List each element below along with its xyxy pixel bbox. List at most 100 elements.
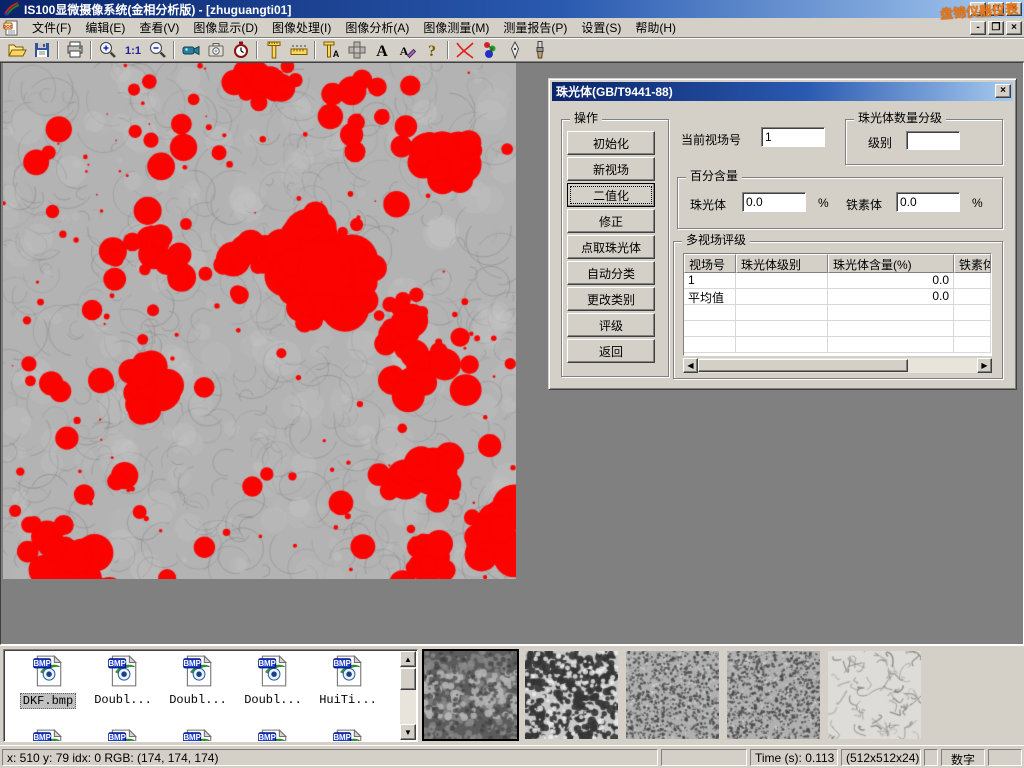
- pen-button[interactable]: [502, 39, 527, 61]
- file-item[interactable]: BMP Doubl...: [162, 654, 234, 707]
- return-button[interactable]: 返回: [567, 339, 655, 363]
- menu-help[interactable]: 帮助(H): [628, 17, 683, 38]
- pick-pearlite-button[interactable]: 点取珠光体: [567, 235, 655, 259]
- menu-image-analysis[interactable]: 图像分析(A): [338, 17, 416, 38]
- toolbar-separator: [256, 41, 258, 59]
- ruler-button[interactable]: [286, 39, 311, 61]
- thumbnail-image[interactable]: [727, 651, 820, 739]
- text-button[interactable]: A: [369, 39, 394, 61]
- zoom-out-icon: [148, 40, 168, 60]
- current-field-input[interactable]: 1: [761, 127, 825, 147]
- svg-text:BMP: BMP: [108, 733, 126, 742]
- new-field-button[interactable]: 新视场: [567, 157, 655, 181]
- thumbnail-image[interactable]: [828, 651, 921, 739]
- menu-image-display[interactable]: 图像显示(D): [186, 17, 265, 38]
- file-name[interactable]: Doubl...: [167, 693, 229, 707]
- file-item[interactable]: BMP: [312, 728, 384, 742]
- file-item[interactable]: BMP: [12, 728, 84, 742]
- init-button[interactable]: 初始化: [567, 131, 655, 155]
- zoom-in-button[interactable]: [95, 39, 120, 61]
- camera-button[interactable]: [203, 39, 228, 61]
- ruler-icon: [289, 40, 309, 60]
- mdi-restore-button[interactable]: ❐: [988, 21, 1004, 35]
- classify-button[interactable]: [477, 39, 502, 61]
- cell-ferrite-pct: [954, 289, 991, 305]
- video-camera-button[interactable]: [178, 39, 203, 61]
- open-button[interactable]: [4, 39, 29, 61]
- timer-button[interactable]: [228, 39, 253, 61]
- dialog-close-button[interactable]: ×: [995, 84, 1011, 98]
- correct-button[interactable]: 修正: [567, 209, 655, 233]
- file-name[interactable]: HuiTi...: [317, 693, 379, 707]
- menu-image-measure[interactable]: 图像测量(M): [416, 17, 496, 38]
- menu-measure-report[interactable]: 测量报告(P): [496, 17, 574, 38]
- help-button[interactable]: ?: [419, 39, 444, 61]
- annotate-button[interactable]: A: [394, 39, 419, 61]
- mdi-minimize-button[interactable]: -: [970, 21, 986, 35]
- dialog-title: 珠光体(GB/T9441-88): [556, 83, 673, 100]
- menu-image-processing[interactable]: 图像处理(I): [265, 17, 338, 38]
- time-status: Time (s): 0.113: [750, 749, 838, 766]
- file-name[interactable]: Doubl...: [242, 693, 304, 707]
- file-item[interactable]: BMP Doubl...: [237, 654, 309, 707]
- menu-view[interactable]: 查看(V): [132, 17, 186, 38]
- auto-classify-button[interactable]: 自动分类: [567, 261, 655, 285]
- multi-field-table[interactable]: 视场号 珠光体级别 珠光体含量(%) 铁素体含量(%) 1 0.0 平均值 0.…: [683, 253, 992, 356]
- measure-text-button[interactable]: A: [319, 39, 344, 61]
- document-icon: DOC: [3, 20, 21, 36]
- scroll-down-button[interactable]: ▼: [400, 724, 416, 740]
- thumbnail-image[interactable]: [626, 651, 719, 739]
- col-field-number[interactable]: 视场号: [684, 254, 736, 273]
- menu-settings[interactable]: 设置(S): [574, 17, 628, 38]
- grid-button[interactable]: [344, 39, 369, 61]
- file-item[interactable]: BMP: [237, 728, 309, 742]
- thumbnail-image[interactable]: [424, 651, 517, 739]
- dialog-title-bar[interactable]: 珠光体(GB/T9441-88) ×: [552, 82, 1013, 101]
- mdi-close-button[interactable]: ×: [1006, 21, 1022, 35]
- caliper-button[interactable]: [261, 39, 286, 61]
- file-list-scrollbar[interactable]: ▲ ▼: [400, 651, 416, 740]
- camera-icon: [206, 40, 226, 60]
- classify-icon: [480, 40, 500, 60]
- grade-level-input[interactable]: [906, 131, 960, 150]
- status-panel-empty: [988, 749, 1022, 766]
- save-button[interactable]: [29, 39, 54, 61]
- table-horizontal-scrollbar[interactable]: ◀ ▶: [683, 358, 992, 373]
- scroll-left-button[interactable]: ◀: [683, 358, 698, 373]
- actual-size-button[interactable]: 1:1: [120, 39, 145, 61]
- col-pearlite-grade[interactable]: 珠光体级别: [736, 254, 828, 273]
- table-row[interactable]: 1 0.0: [684, 273, 991, 289]
- binarize-button[interactable]: 二值化: [567, 183, 655, 207]
- file-item[interactable]: BMP Doubl...: [87, 654, 159, 707]
- menu-file[interactable]: 文件(F): [25, 17, 78, 38]
- col-ferrite-pct[interactable]: 铁素体含量(%): [954, 254, 991, 273]
- pearlite-percent-input[interactable]: 0.0: [742, 192, 806, 212]
- print-button[interactable]: [62, 39, 87, 61]
- file-item[interactable]: BMP: [87, 728, 159, 742]
- brush-button[interactable]: [527, 39, 552, 61]
- thumbnail-image[interactable]: [525, 651, 618, 739]
- file-item[interactable]: BMP HuiTi...: [312, 654, 384, 707]
- svg-text:A: A: [376, 43, 388, 60]
- file-name[interactable]: Doubl...: [92, 693, 154, 707]
- file-item[interactable]: BMP DKF.bmp: [12, 654, 84, 709]
- table-row[interactable]: 平均值 0.0: [684, 289, 991, 305]
- ferrite-percent-input[interactable]: 0.0: [896, 192, 960, 212]
- scroll-up-button[interactable]: ▲: [400, 651, 416, 667]
- micrograph-image[interactable]: [3, 63, 516, 579]
- change-class-button[interactable]: 更改类别: [567, 287, 655, 311]
- scroll-right-button[interactable]: ▶: [977, 358, 992, 373]
- file-item[interactable]: BMP: [162, 728, 234, 742]
- operation-group-label: 操作: [570, 111, 602, 125]
- pearlite-percent-label: 珠光体: [690, 196, 726, 213]
- col-pearlite-pct[interactable]: 珠光体含量(%): [828, 254, 954, 273]
- curve-cut-button[interactable]: [452, 39, 477, 61]
- zoom-out-button[interactable]: [145, 39, 170, 61]
- scrollbar-thumb[interactable]: [400, 668, 416, 690]
- mode-status: 数字: [941, 749, 985, 766]
- svg-text:?: ?: [428, 43, 436, 60]
- file-name[interactable]: DKF.bmp: [20, 693, 76, 709]
- grade-button[interactable]: 评级: [567, 313, 655, 337]
- scrollbar-thumb[interactable]: [698, 359, 908, 372]
- menu-edit[interactable]: 编辑(E): [78, 17, 132, 38]
